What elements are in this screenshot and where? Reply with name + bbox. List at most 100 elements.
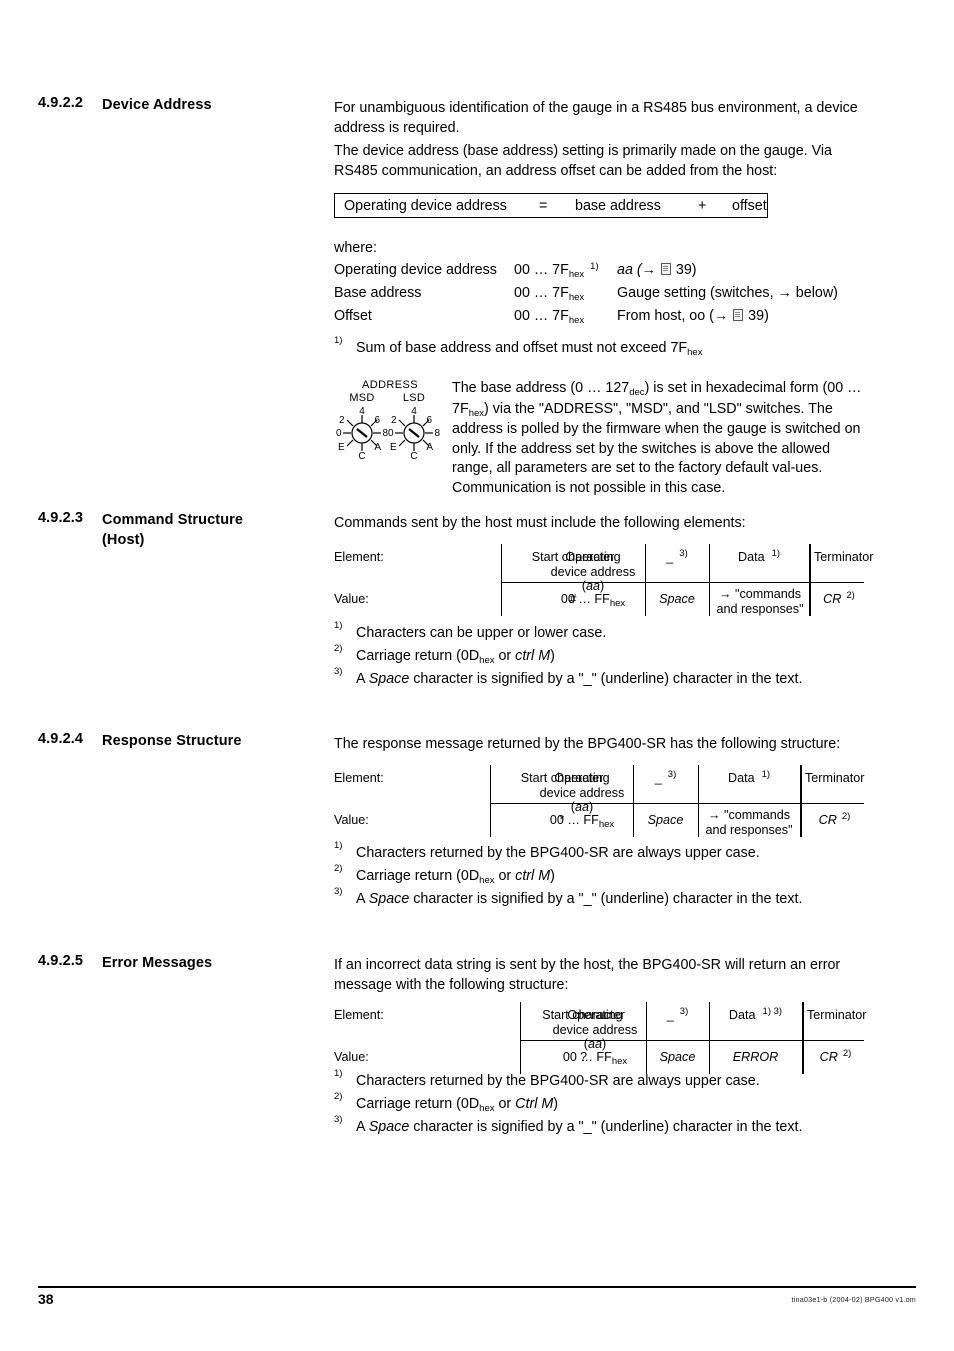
section-number-device-address: 4.9.2.2 [38,95,84,111]
rotary-switch-msd[interactable]: 0 2 4 6 8 A C E [336,406,388,462]
footnote-marker: 1) [334,335,343,346]
value-data: ERROR [732,1050,779,1064]
value-operating-device-address: 00 … FFhex [549,813,615,830]
svg-text:4: 4 [359,406,365,417]
error-messages-table: Element: Start character Operating devic… [334,1002,867,1074]
svg-text:A: A [426,442,433,453]
where-note: Gauge setting (switches, → below) [617,285,838,301]
where-name: Operating device address [334,262,497,278]
svg-text:0: 0 [336,428,342,439]
device-address-paragraph-1: For unambiguous identification of the ga… [334,100,858,136]
address-switch-figure: ADDRESS MSD LSD 0 2 4 6 8 A C E 0 2 4 6 … [336,379,444,469]
value-space: Space [659,592,695,606]
formula-equals: = [539,197,548,214]
response-structure-intro: The response message returned by the BPG… [334,736,841,752]
footnote-marker: 2) [334,1091,343,1102]
header-operating-device-address: Operating device address (aa) [550,550,636,593]
error-messages-intro: If an incorrect data string is sent by t… [334,957,841,993]
switch-figure-title: ADDRESS [362,379,418,391]
section-number-error-messages: 4.9.2.5 [38,953,84,969]
table-row-label-element: Element: [334,550,384,564]
command-structure-title-line-1: Command Structure [102,512,244,528]
switch-label-lsd: LSD [402,392,426,404]
value-space: Space [659,1050,696,1064]
value-operating-device-address: 00 … FFhex [560,592,626,609]
command-structure-table: Element: Start character _ 3) Data 1) Term… [334,544,874,616]
formula-offset: offset [732,197,767,214]
header-underscore: _ 3) [666,548,688,564]
header-terminator: Terminator [814,550,874,564]
where-value: 00 … 7Fhex [514,285,585,303]
command-structure-intro: Commands sent by the host must include t… [334,515,746,531]
command-structure-title-line-2: (Host) [102,532,145,548]
header-data: Data 1) 3) [728,1006,783,1022]
svg-text:C: C [410,451,417,460]
footnote-marker: 3) [334,1114,343,1125]
header-operating-device-address: Operating device address (aa) [552,1008,638,1051]
table-row-label-element: Element: [334,1008,384,1022]
footer-divider [38,1286,916,1288]
value-space: Space [647,813,684,827]
footnote-marker: 1) [334,620,343,631]
svg-text:0: 0 [388,428,394,439]
svg-text:A: A [374,442,381,453]
page-number: 38 [38,1291,54,1307]
where-value: 00 … 7Fhex1) [514,261,599,280]
table-row-label-value: Value: [334,592,369,606]
where-footnote-marker: 1) [590,261,599,272]
header-data: Data 1) [727,769,771,785]
svg-text:E: E [338,442,345,453]
value-terminator: CR 2) [818,811,851,827]
header-underscore: _ 3) [654,769,677,785]
rotary-switch-lsd[interactable]: 0 2 4 6 8 A C E [388,406,440,462]
value-operating-device-address: 00 … FFhex [562,1050,628,1067]
section-title-response-structure: Response Structure [102,733,242,749]
header-operating-device-address: Operating device address (aa) [539,771,625,814]
svg-text:6: 6 [426,415,432,426]
value-terminator: CR 2) [823,590,855,606]
svg-text:2: 2 [391,415,397,426]
formula-lhs: Operating device address [344,197,507,214]
formula-box: Operating device address = base address … [334,193,768,218]
document-reference-icon [733,309,744,321]
section-title-device-address: Device Address [102,97,212,113]
header-data: Data 1) [737,548,781,564]
footnote-marker: 3) [334,666,343,677]
switch-label-msd: MSD [349,392,375,404]
footnote-text: Sum of base address and offset must not … [356,340,703,358]
table-row-label-value: Value: [334,813,369,827]
svg-text:C: C [358,451,365,460]
device-address-paragraph-2: The device address (base address) settin… [334,143,833,179]
where-label: where: [334,240,377,256]
footnote-text: Characters returned by the BPG400-SR are… [356,1073,760,1089]
svg-text:6: 6 [374,415,380,426]
document-reference-icon [660,263,671,275]
document-code: tina03e1-b (2004-02) BPG400 v1.om [791,1295,916,1304]
footnote-text: Characters returned by the BPG400-SR are… [356,845,760,861]
footnote-marker: 3) [334,886,343,897]
response-structure-table: Element: Start character Operating devic… [334,765,865,837]
document-page: 4.9.2.2 Device Address For unambiguous i… [0,0,954,1351]
footnote-text: A Space character is signified by a "_" … [356,671,803,687]
footnote-text: Characters can be upper or lower case. [356,625,607,641]
footnote-marker: 2) [334,643,343,654]
where-name: Offset [334,308,372,324]
footnote-marker: 1) [334,1068,343,1079]
header-terminator: Terminator [805,771,865,785]
where-note: aa (→ 39) [617,262,697,278]
svg-text:E: E [390,442,397,453]
footnote-text: A Space character is signified by a "_" … [356,1119,803,1135]
value-terminator: CR 2) [819,1048,852,1064]
footnote-marker: 1) [334,840,343,851]
table-row-label-element: Element: [334,771,384,785]
switch-description-paragraph: The base address (0 … 127dec) is set in … [452,380,862,496]
svg-text:4: 4 [411,406,417,417]
section-number-command-structure: 4.9.2.3 [38,510,84,526]
where-note: From host, oo (→ 39) [617,308,769,324]
footnote-text: Carriage return (0Dhex or ctrl M) [356,868,555,886]
table-row-label-value: Value: [334,1050,369,1064]
section-title-error-messages: Error Messages [102,955,213,971]
rotary-switch-msd-icon: 0 2 4 6 8 A C E [336,406,388,462]
formula-base-address: base address [575,197,661,214]
header-terminator: Terminator [807,1008,867,1022]
